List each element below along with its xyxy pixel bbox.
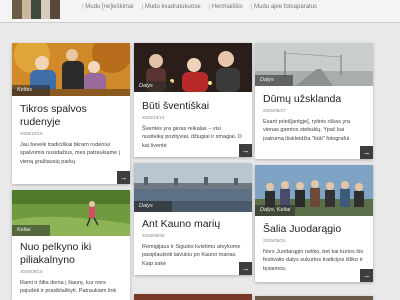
post-card[interactable]: Dalys Dūmų užsklanda 2025/09/27 Esant pr… <box>255 43 373 159</box>
post-category-tag[interactable]: Dalys <box>134 201 172 212</box>
post-category-tag[interactable]: Dalys <box>134 81 172 92</box>
post-date: 2025/09/27 <box>263 108 286 113</box>
post-excerpt: Jau beveik tradiciškai tikram rudeniui s… <box>20 142 120 165</box>
post-excerpt: Esant prieš[antgje], rytinis rūkas yra v… <box>263 119 351 142</box>
post-excerpt: Nors Juodarągio neliko, bet kai kurios š… <box>263 249 364 272</box>
post-category-tag[interactable]: Keliai <box>12 225 50 236</box>
post-card[interactable]: Kelias Tikros spalvos rudenyje 2025/10/1… <box>12 43 130 184</box>
post-thumbnail[interactable]: Kelias <box>12 43 130 96</box>
post-card[interactable]: Dalys Būti šventiškai 2025/10/15 Šventės… <box>134 43 252 157</box>
post-card-partial[interactable] <box>255 296 373 300</box>
read-more-arrow-icon[interactable]: → <box>239 262 252 275</box>
read-more-arrow-icon[interactable]: → <box>360 146 373 159</box>
post-title[interactable]: Dūmų užsklanda <box>255 86 373 106</box>
read-more-arrow-icon[interactable]: → <box>117 171 130 184</box>
post-thumbnail[interactable]: Dalys, Keliai <box>255 165 373 216</box>
post-thumbnail[interactable]: Dalys <box>255 43 373 86</box>
post-date: 2025/09/08 <box>142 233 165 238</box>
top-navigation-bar: Mudu [ne]ieškimai Mudu kvadratukuose Her… <box>0 0 400 23</box>
post-category-tag[interactable]: Dalys, Keliai <box>255 205 296 216</box>
post-excerpt: Rami ir šilta diena į šiaurę, kur nors p… <box>20 280 117 295</box>
post-title[interactable]: Ant Kauno marių <box>134 212 252 231</box>
post-category-tag[interactable]: Dalys <box>255 75 293 86</box>
menu-item-ieskimai[interactable]: Mudu [ne]ieškimai <box>82 4 133 10</box>
post-thumbnail[interactable]: Dalys <box>134 163 252 212</box>
menu-item-fotoaparatai[interactable]: Mudu apie fotoaparatus <box>251 4 317 10</box>
post-title[interactable]: Tikros spalvos rudenyje <box>12 96 130 129</box>
main-menu: Mudu [ne]ieškimai Mudu kvadratukuose Her… <box>82 4 317 10</box>
menu-item-hermiaiskis[interactable]: Hermiaiškis <box>209 4 243 10</box>
read-more-arrow-icon[interactable]: → <box>239 144 252 157</box>
post-excerpt: Šventės yra geras reikalas – visi nusite… <box>142 126 242 149</box>
post-category-tag[interactable]: Kelias <box>12 85 50 96</box>
menu-item-kvadratukuose[interactable]: Mudu kvadratukuose <box>142 4 201 10</box>
post-title[interactable]: Šalia Juodarągio <box>255 216 373 236</box>
post-date: 2025/08/10 <box>20 269 43 274</box>
post-thumbnail[interactable]: Dalys <box>134 43 252 92</box>
post-date: 2025/09/24 <box>263 238 286 243</box>
post-card[interactable]: Keliai Nuo pelkyno iki piliakalnyno 2025… <box>12 190 130 300</box>
post-card-partial[interactable] <box>134 294 252 300</box>
site-logo[interactable] <box>12 0 60 19</box>
post-excerpt: Remigijaus ir Sigutės kvietimu atvykome … <box>142 244 241 267</box>
post-card[interactable]: Dalys, Keliai Šalia Juodarągio 2025/09/2… <box>255 165 373 282</box>
post-card[interactable]: Dalys Ant Kauno marių 2025/09/08 Remigij… <box>134 163 252 275</box>
post-title[interactable]: Nuo pelkyno iki piliakalnyno <box>12 236 130 267</box>
post-thumbnail[interactable]: Keliai <box>12 190 130 236</box>
read-more-arrow-icon[interactable]: → <box>360 269 373 282</box>
post-date: 2025/10/15 <box>142 115 165 120</box>
post-title[interactable]: Būti šventiškai <box>134 92 252 113</box>
post-date: 2025/10/18 <box>20 131 43 136</box>
